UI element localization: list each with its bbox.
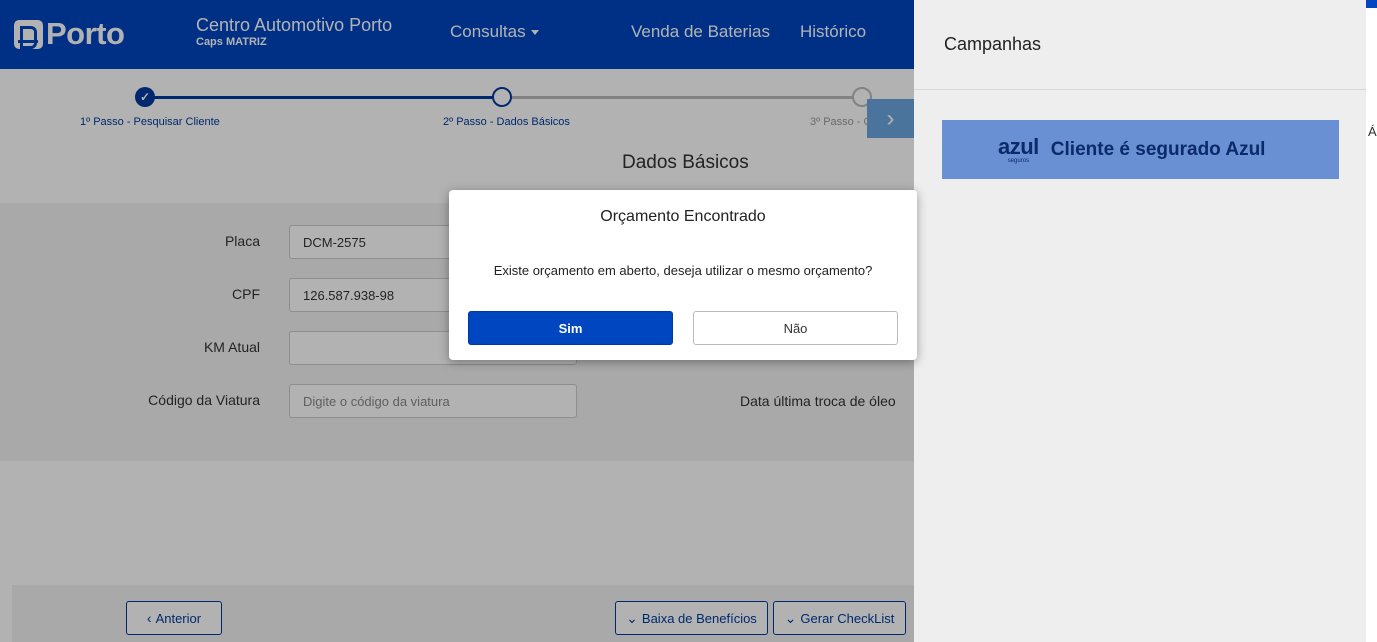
- edge-accent: [1366, 0, 1377, 8]
- banner-text: Cliente é segurado Azul: [1050, 138, 1266, 160]
- orcamento-modal: Orçamento Encontrado Existe orçamento em…: [449, 190, 917, 360]
- edge-char: Á: [1368, 124, 1377, 139]
- campanhas-title: Campanhas: [944, 34, 1042, 54]
- campanhas-panel: Campanhas azul seguros Cliente é segurad…: [914, 0, 1366, 642]
- nao-button[interactable]: Não: [693, 311, 898, 345]
- modal-message: Existe orçamento em aberto, deseja utili…: [493, 263, 873, 278]
- edge-strip: [1366, 0, 1377, 642]
- sim-button[interactable]: Sim: [468, 311, 673, 345]
- azul-campaign-banner[interactable]: azul seguros Cliente é segurado Azul: [942, 120, 1339, 179]
- azul-logo-word: azul: [998, 133, 1039, 159]
- modal-title: Orçamento Encontrado: [600, 208, 766, 225]
- campanhas-header: Campanhas: [914, 0, 1366, 90]
- azul-seguros-logo: azul seguros: [998, 133, 1039, 164]
